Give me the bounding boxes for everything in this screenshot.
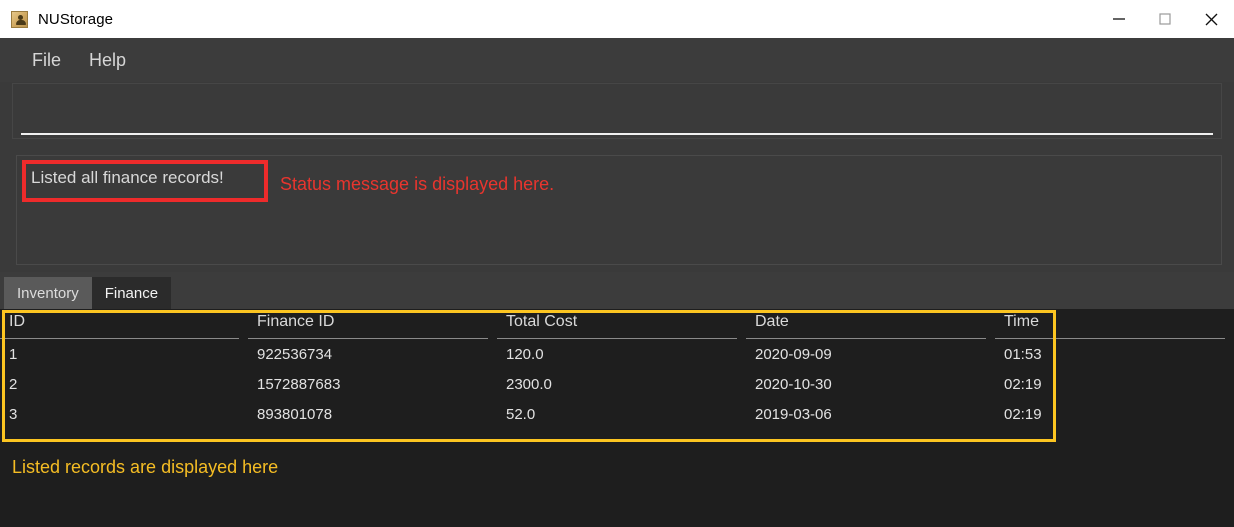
tab-finance[interactable]: Finance (91, 277, 172, 309)
cell-date: 2020-10-30 (755, 375, 832, 393)
menu-item-file[interactable]: File (18, 46, 75, 75)
cell-total-cost: 2300.0 (506, 375, 552, 393)
cell-id: 2 (9, 375, 18, 393)
annotation-label-status: Status message is displayed here. (280, 174, 555, 194)
command-input[interactable] (21, 111, 1213, 135)
close-icon (1204, 12, 1219, 27)
tab-strip: Inventory Finance (0, 272, 1234, 309)
command-input-panel (12, 83, 1222, 139)
column-header-date[interactable]: Date (746, 309, 995, 339)
menu-item-help[interactable]: Help (75, 46, 140, 75)
maximize-button[interactable] (1142, 0, 1188, 38)
java-duke-icon (11, 10, 28, 28)
minimize-icon (1112, 12, 1126, 26)
maximize-icon (1158, 12, 1172, 26)
window-title: NUStorage (38, 10, 114, 28)
cell-time: 02:19 (1004, 375, 1042, 393)
status-message: Listed all finance records! (31, 168, 224, 187)
tab-inventory[interactable]: Inventory (4, 277, 92, 309)
cell-date: 2019-03-06 (755, 405, 832, 423)
column-header-time[interactable]: Time (995, 309, 1234, 339)
status-result-panel: Listed all finance records! (16, 155, 1222, 265)
application-window: NUStorage File Help Listed all finance r… (0, 0, 1234, 527)
cell-time: 01:53 (1004, 345, 1042, 363)
cell-time: 02:19 (1004, 405, 1042, 423)
cell-id: 1 (9, 345, 18, 363)
annotation-label-table: Listed records are displayed here (12, 457, 279, 477)
cell-date: 2020-09-09 (755, 345, 832, 363)
title-bar-left: NUStorage (0, 10, 114, 28)
cell-finance-id: 893801078 (257, 405, 333, 423)
column-header-total-cost[interactable]: Total Cost (497, 309, 746, 339)
table-row[interactable]: 1 922536734 120.0 2020-09-09 01:53 (0, 339, 1234, 369)
table-row[interactable]: 3 893801078 52.0 2019-03-06 02:19 (0, 399, 1234, 429)
table-row[interactable]: 2 1572887683 2300.0 2020-10-30 02:19 (0, 369, 1234, 399)
close-button[interactable] (1188, 0, 1234, 38)
window-controls (1096, 0, 1234, 38)
table-header-row: ID Finance ID Total Cost Date Time (0, 309, 1234, 339)
column-header-id[interactable]: ID (0, 309, 248, 339)
cell-id: 3 (9, 405, 18, 423)
cell-finance-id: 1572887683 (257, 375, 341, 393)
title-bar: NUStorage (0, 0, 1234, 38)
cell-finance-id: 922536734 (257, 345, 333, 363)
column-header-finance-id[interactable]: Finance ID (248, 309, 497, 339)
menu-bar: File Help (0, 38, 1234, 82)
cell-total-cost: 120.0 (506, 345, 544, 363)
finance-records-table: ID Finance ID Total Cost Date Time 1 922… (0, 309, 1234, 527)
minimize-button[interactable] (1096, 0, 1142, 38)
cell-total-cost: 52.0 (506, 405, 536, 423)
